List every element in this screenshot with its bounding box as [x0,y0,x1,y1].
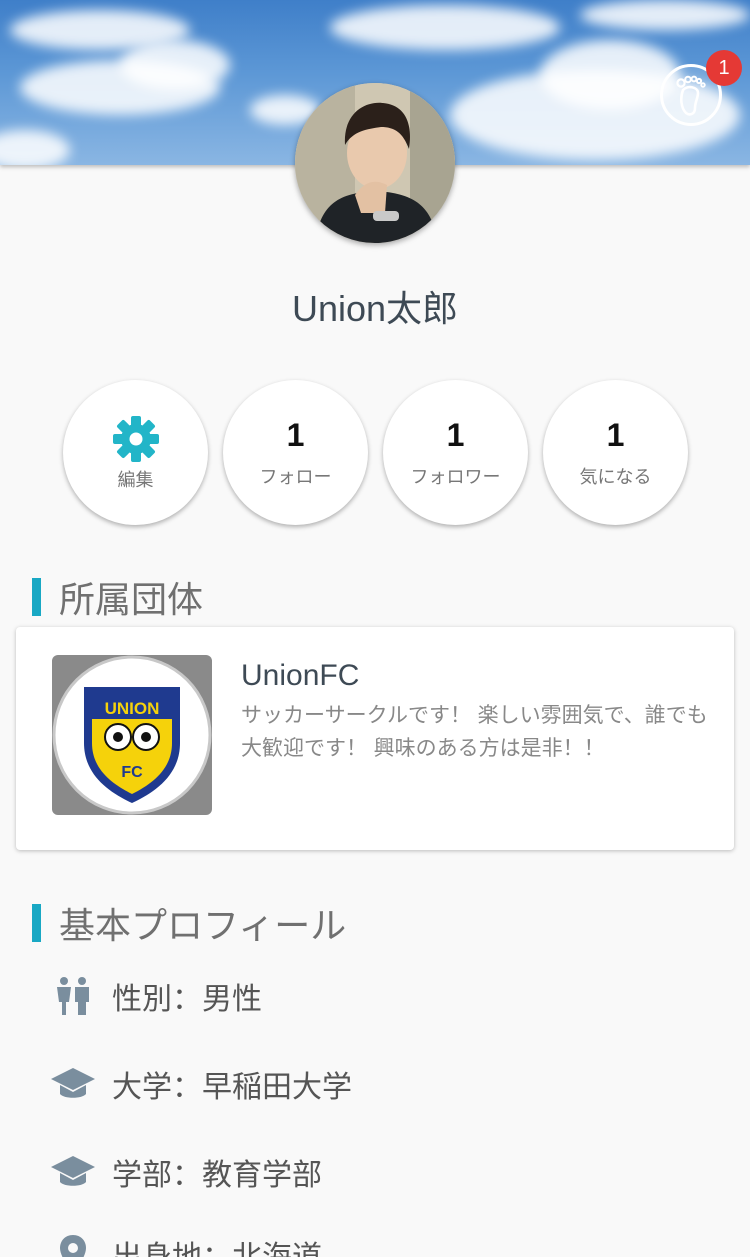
graduation-cap-icon [50,1152,96,1192]
groups-section-title: 所属団体 [59,580,204,621]
follow-label: フォロー [259,466,332,488]
avatar[interactable] [295,83,455,243]
follower-label: フォロワー [410,466,501,488]
group-name: UnionFC [241,659,360,692]
profile-item-university: 大学：早稲田大学 [50,1062,352,1106]
user-name: Union太郎 [291,288,459,329]
graduation-cap-icon [50,1064,96,1104]
interested-label: 気になる [579,466,652,488]
follower-count: 1 [446,416,465,453]
group-card[interactable]: UNION FC UnionFC サッカーサークルです！ 楽しい雰囲気で、誰でも… [16,627,734,850]
section-accent-bar [32,578,41,616]
basic-profile-section-header: 基本プロフィール [32,897,346,949]
basic-profile-section-title: 基本プロフィール [59,906,347,947]
section-accent-bar [32,904,41,942]
gender-icon [50,976,96,1016]
profile-item-faculty: 学部：教育学部 [50,1150,322,1194]
edit-profile-button[interactable]: 編集 [63,380,208,525]
profile-page: 1 Union太郎 編集 1 フォロー 1 フォロワー 1 気になる 所属団体 … [0,0,750,1257]
faculty-text: 学部：教育学部 [112,1158,322,1193]
group-logo: UNION FC [52,655,212,815]
logo-text-top: UNION [105,699,160,718]
gender-text: 性別：男性 [112,982,262,1017]
notification-badge: 1 [706,50,742,86]
interested-count: 1 [606,416,625,453]
group-description: サッカーサークルです！ 楽しい雰囲気で、誰でも大歓迎です！ 興味のある方は是非！… [241,703,708,760]
university-text: 大学：早稲田大学 [112,1070,352,1105]
footprint-icon [676,75,706,116]
follower-count-button[interactable]: 1 フォロワー [383,380,528,525]
interested-count-button[interactable]: 1 気になる [543,380,688,525]
avatar-photo [295,83,455,243]
location-pin-icon [50,1234,96,1257]
hometown-text: 出身地：北海道 [112,1232,322,1257]
follow-count-button[interactable]: 1 フォロー [223,380,368,525]
gear-icon [112,415,159,462]
edit-label: 編集 [117,469,154,491]
logo-text-bottom: FC [121,764,143,781]
profile-item-gender: 性別：男性 [50,974,262,1018]
groups-section-header: 所属団体 [32,571,203,623]
follow-count: 1 [286,416,305,453]
profile-item-hometown: 出身地：北海道 [50,1232,322,1257]
